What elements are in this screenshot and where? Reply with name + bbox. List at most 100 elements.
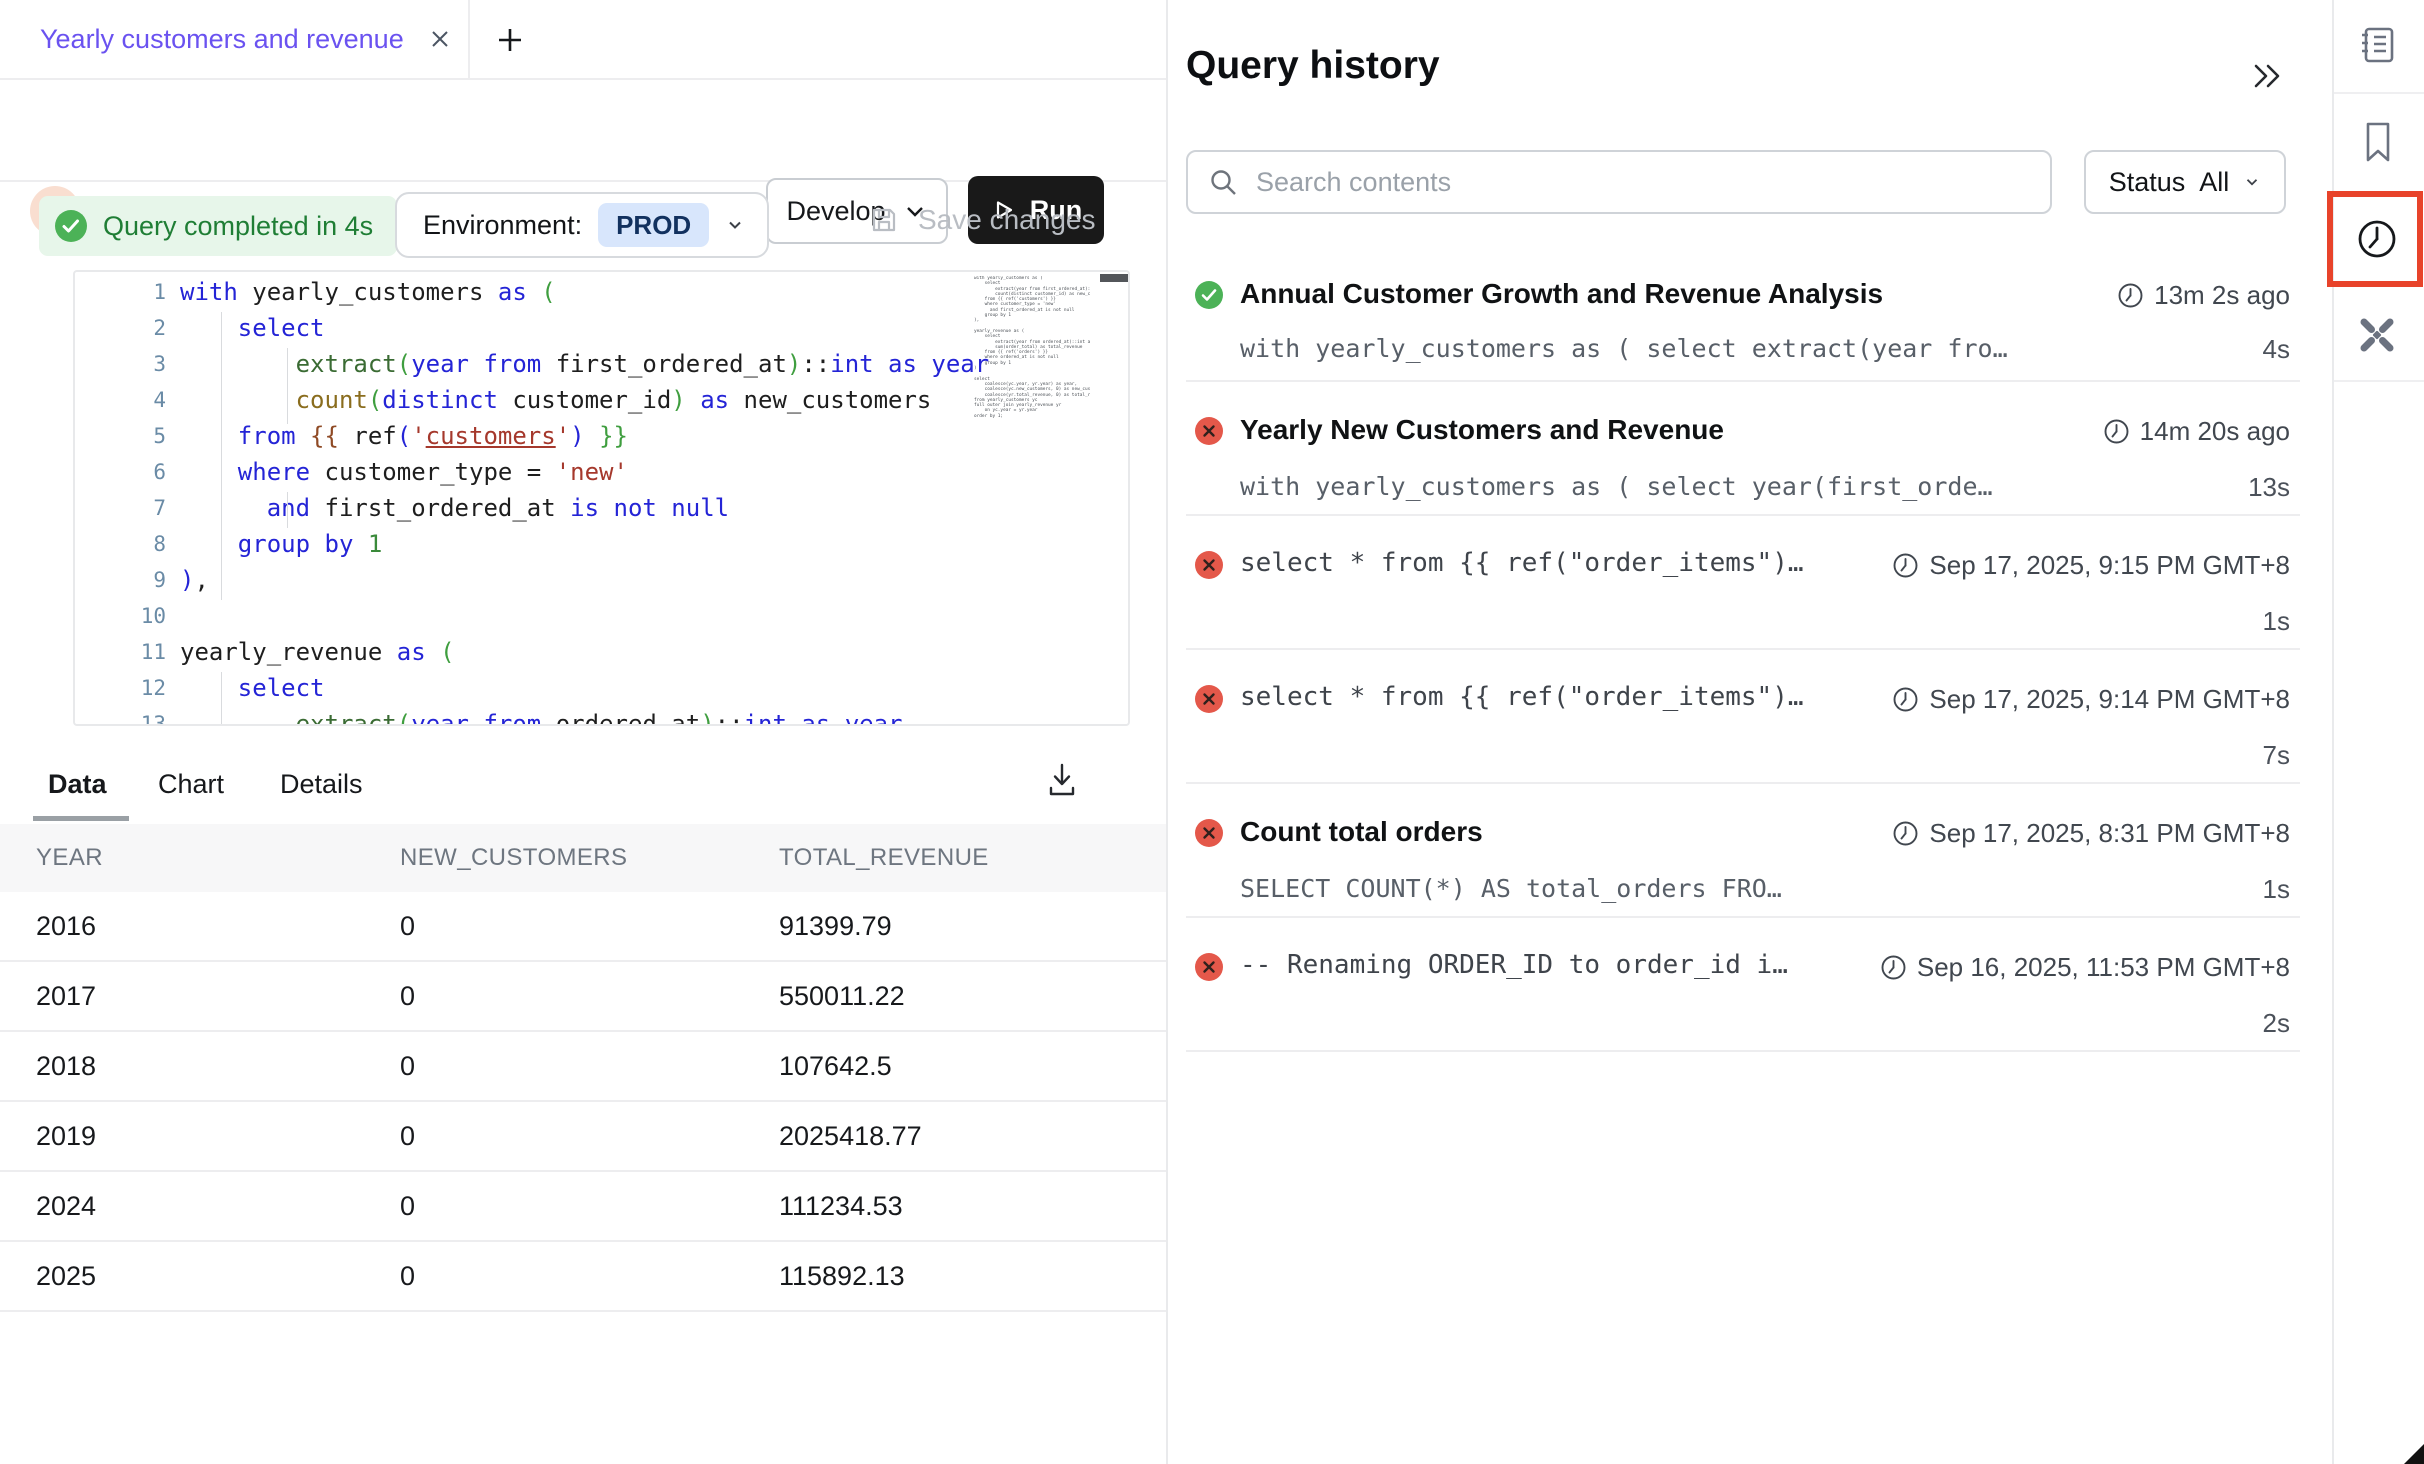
- indent-guide: [287, 492, 288, 528]
- resize-handle[interactable]: [2404, 1444, 2424, 1464]
- table-cell: 2018: [36, 1051, 400, 1082]
- history-item[interactable]: Yearly New Customers and Revenue14m 20s …: [1168, 382, 2332, 516]
- code-text: select: [180, 670, 325, 706]
- history-item-title: Count total orders: [1240, 816, 1483, 848]
- clock-icon: [1892, 820, 1919, 847]
- code-line: 7 and first_ordered_at is not null: [75, 490, 1128, 526]
- table-cell: 2025418.77: [779, 1121, 1166, 1152]
- code-text: yearly_revenue as (: [180, 634, 455, 670]
- history-item-query: with yearly_customers as ( select year(f…: [1240, 472, 1993, 501]
- results-table-body: 2016091399.7920170550011.2220180107642.5…: [0, 892, 1166, 1312]
- history-list: Annual Customer Growth and Revenue Analy…: [1168, 268, 2332, 1052]
- tab-details[interactable]: Details: [280, 744, 363, 824]
- error-icon: [1194, 818, 1224, 848]
- minimap-code: with yearly_customers as ( select extrac…: [974, 276, 1090, 419]
- sidebar-notebook-icon[interactable]: [2354, 22, 2400, 68]
- table-cell: 0: [400, 911, 779, 942]
- history-item[interactable]: Annual Customer Growth and Revenue Analy…: [1168, 268, 2332, 382]
- download-icon[interactable]: [1044, 760, 1080, 800]
- tab-yearly-customers-and-revenue[interactable]: Yearly customers and revenue: [40, 0, 454, 78]
- history-item[interactable]: select * from {{ ref("order_items")… Sep …: [1168, 650, 2332, 784]
- table-cell: 115892.13: [779, 1261, 1166, 1292]
- line-number: 4: [75, 382, 180, 418]
- sql-editor[interactable]: 1with yearly_customers as (2 select3 ext…: [73, 270, 1130, 726]
- column-header-year: YEAR: [36, 844, 400, 872]
- history-item-time: Sep 17, 2025, 9:14 PM GMT+8: [1892, 684, 2290, 715]
- code-text: and first_ordered_at is not null: [180, 490, 729, 526]
- save-changes-label: Save changes: [918, 204, 1095, 236]
- clock-icon: [2103, 418, 2130, 445]
- editor-scrollbar-thumb[interactable]: [1100, 274, 1128, 282]
- history-item-duration: 13s: [2248, 472, 2290, 503]
- sidebar-bookmark-icon[interactable]: [2356, 118, 2400, 166]
- code-line: 9),: [75, 562, 1128, 598]
- editor-minimap[interactable]: with yearly_customers as ( select extrac…: [974, 276, 1090, 716]
- table-cell: 0: [400, 1121, 779, 1152]
- table-cell: 2017: [36, 981, 400, 1012]
- line-number: 2: [75, 310, 180, 346]
- code-line: 12 select: [75, 670, 1128, 706]
- collapse-panel-icon[interactable]: [2242, 56, 2290, 96]
- tab-divider: [468, 0, 470, 78]
- code-text: group by 1: [180, 526, 382, 562]
- query-status-badge: Query completed in 4s: [39, 196, 397, 256]
- save-changes-button[interactable]: Save changes: [868, 204, 1095, 236]
- indent-guide: [221, 672, 222, 726]
- new-tab-plus-icon[interactable]: [494, 24, 526, 56]
- environment-value-pill: PROD: [598, 203, 709, 247]
- line-number: 8: [75, 526, 180, 562]
- code-line: 6 where customer_type = 'new': [75, 454, 1128, 490]
- close-icon[interactable]: [426, 25, 454, 53]
- clock-icon: [1880, 954, 1907, 981]
- history-item-title: select * from {{ ref("order_items")…: [1240, 682, 1804, 712]
- table-cell: 0: [400, 1051, 779, 1082]
- line-number: 13: [75, 706, 180, 726]
- sidebar-separator: [2334, 380, 2424, 382]
- search-input[interactable]: [1256, 167, 2030, 198]
- selection-highlight-box: [2327, 191, 2423, 287]
- history-item[interactable]: -- Renaming ORDER_ID to order_id i…Sep 1…: [1168, 918, 2332, 1052]
- table-row: 2016091399.79: [0, 892, 1166, 962]
- tab-bar: Yearly customers and revenue: [0, 0, 1166, 80]
- code-text: select: [180, 310, 325, 346]
- history-item-query: with yearly_customers as ( select extrac…: [1240, 334, 2008, 363]
- table-cell: 2025: [36, 1261, 400, 1292]
- chevron-down-icon: [2243, 173, 2261, 191]
- status-filter-dropdown[interactable]: Status All: [2084, 150, 2286, 214]
- status-filter-label: Status: [2109, 167, 2186, 198]
- environment-dropdown[interactable]: Environment: PROD: [395, 192, 769, 258]
- history-item[interactable]: Count total ordersSep 17, 2025, 8:31 PM …: [1168, 784, 2332, 918]
- table-cell: 0: [400, 981, 779, 1012]
- sidebar-lineage-icon[interactable]: [2352, 310, 2402, 360]
- line-number: 5: [75, 418, 180, 454]
- code-line: 2 select: [75, 310, 1128, 346]
- history-item[interactable]: select * from {{ ref("order_items")…Sep …: [1168, 516, 2332, 650]
- code-text: with yearly_customers as (: [180, 274, 556, 310]
- column-header-total-revenue: TOTAL_REVENUE: [779, 844, 1166, 872]
- tab-data[interactable]: Data: [48, 744, 107, 824]
- code-text: extract(year from first_ordered_at)::int…: [180, 346, 989, 382]
- save-icon: [868, 204, 900, 236]
- line-number: 10: [75, 598, 180, 634]
- environment-label: Environment:: [423, 210, 582, 241]
- active-tab-underline: [33, 816, 129, 821]
- tab-chart[interactable]: Chart: [158, 744, 224, 824]
- code-line: 5 from {{ ref('customers') }}: [75, 418, 1128, 454]
- code-line: 13 extract(year from ordered_at)::int as…: [75, 706, 1128, 726]
- table-cell: 91399.79: [779, 911, 1166, 942]
- history-item-title: Annual Customer Growth and Revenue Analy…: [1240, 278, 1883, 310]
- line-number: 9: [75, 562, 180, 598]
- results-table-header: YEAR NEW_CUSTOMERS TOTAL_REVENUE: [0, 824, 1166, 892]
- error-icon: [1194, 684, 1224, 714]
- clock-icon: [1892, 552, 1919, 579]
- code-text: count(distinct customer_id) as new_custo…: [180, 382, 931, 418]
- history-item-time: Sep 17, 2025, 9:15 PM GMT+8: [1892, 550, 2290, 581]
- code-text: extract(year from ordered_at)::int as ye…: [180, 706, 917, 726]
- table-row: 20250115892.13: [0, 1242, 1166, 1312]
- history-item-query: SELECT COUNT(*) AS total_orders FRO…: [1240, 874, 1782, 903]
- clock-icon: [2117, 282, 2144, 309]
- history-item-time: Sep 16, 2025, 11:53 PM GMT+8: [1880, 952, 2290, 983]
- table-cell: 2019: [36, 1121, 400, 1152]
- clock-icon: [1892, 686, 1919, 713]
- line-number: 7: [75, 490, 180, 526]
